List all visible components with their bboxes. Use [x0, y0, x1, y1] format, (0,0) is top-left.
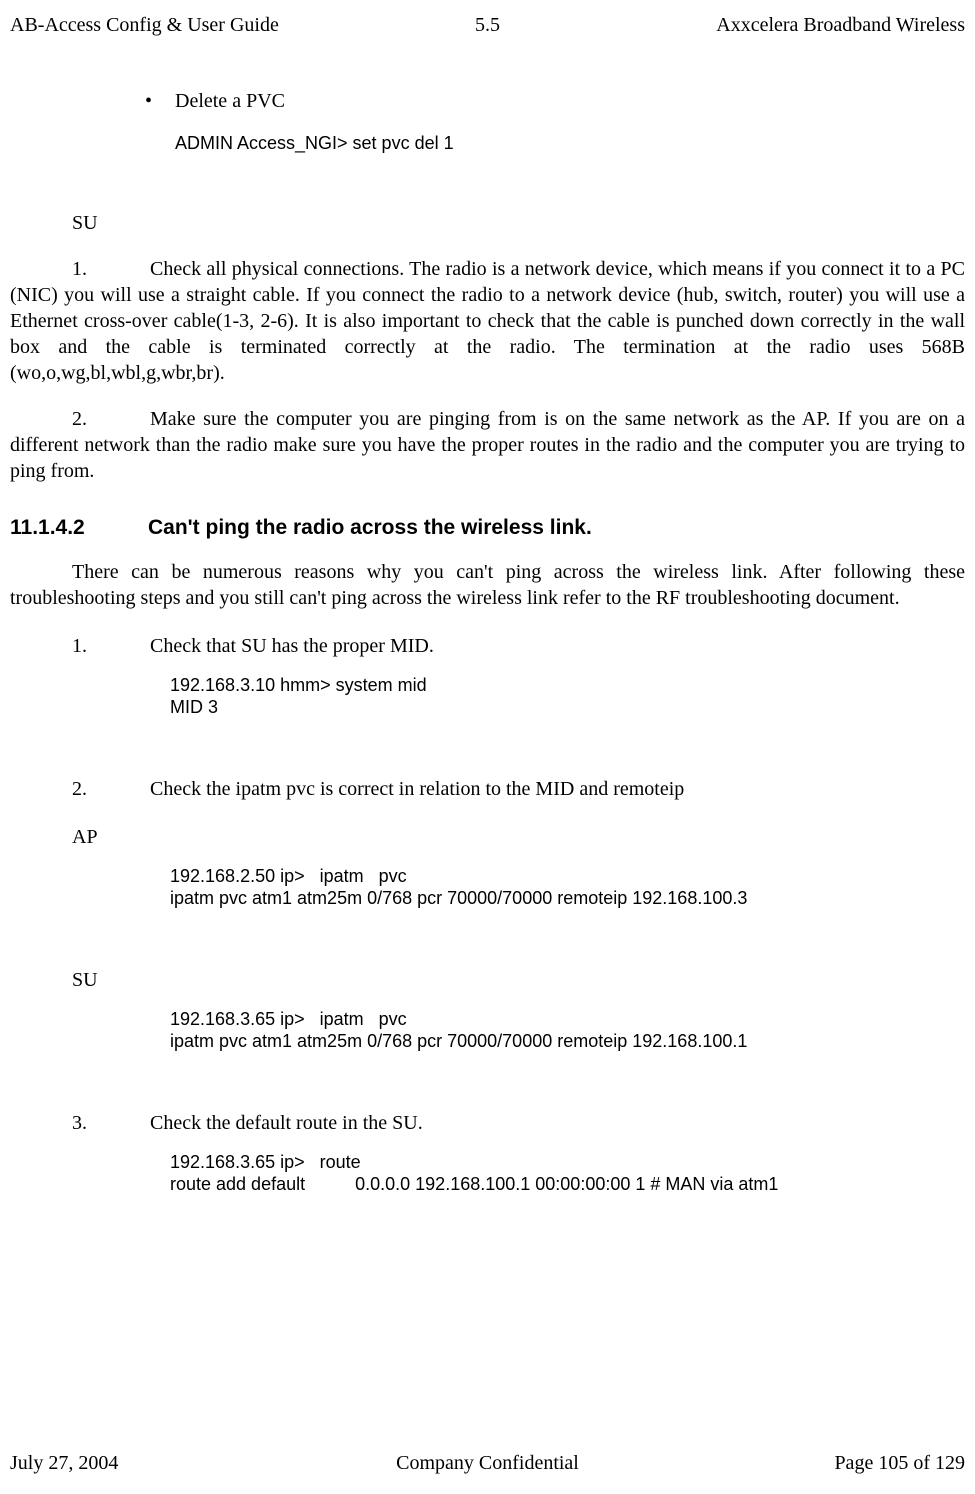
bullet-label: Delete a PVC [175, 90, 285, 112]
header-right: Axxcelera Broadband Wireless [647, 12, 965, 38]
step-3: 3.Check the default route in the SU. [72, 1110, 965, 1136]
page-content: •Delete a PVC ADMIN Access_NGI> set pvc … [0, 38, 975, 1196]
step2-text: Check the ipatm pvc is correct in relati… [150, 778, 684, 800]
code-delete-pvc: ADMIN Access_NGI> set pvc del 1 [175, 132, 965, 155]
su-heading: SU [72, 210, 965, 236]
step3-text: Check the default route in the SU. [150, 1112, 423, 1134]
ap-heading: AP [72, 824, 965, 850]
para1-text: Check all physical connections. The radi… [10, 258, 965, 384]
footer-confidential: Company Confidential [328, 1450, 646, 1476]
header-left: AB-Access Config & User Guide [10, 12, 328, 38]
para3-text: There can be numerous reasons why you ca… [10, 561, 965, 609]
code-ap: 192.168.2.50 ip> ipatm pvc ipatm pvc atm… [170, 865, 965, 910]
step-2: 2.Check the ipatm pvc is correct in rela… [72, 776, 965, 802]
num-1: 1. [72, 256, 150, 282]
para2-text: Make sure the computer you are pinging f… [10, 408, 965, 482]
footer-date: July 27, 2004 [10, 1450, 328, 1476]
step3-num: 3. [72, 1110, 150, 1136]
step1-num: 1. [72, 633, 150, 659]
step2-num: 2. [72, 776, 150, 802]
step1-text: Check that SU has the proper MID. [150, 635, 434, 657]
section-heading: 11.1.4.2Can't ping the radio across the … [10, 514, 965, 541]
header-version: 5.5 [328, 12, 646, 38]
code-step3: 192.168.3.65 ip> route route add default… [170, 1151, 965, 1196]
footer-page: Page 105 of 129 [647, 1450, 965, 1476]
code-su: 192.168.3.65 ip> ipatm pvc ipatm pvc atm… [170, 1008, 965, 1053]
para-same-network: 2.Make sure the computer you are pinging… [10, 406, 965, 484]
num-2: 2. [72, 406, 150, 432]
code-step1: 192.168.3.10 hmm> system mid MID 3 [170, 674, 965, 719]
su-heading-2: SU [72, 967, 965, 993]
bullet-delete-pvc: •Delete a PVC [145, 88, 965, 114]
para-check-connections: 1.Check all physical connections. The ra… [10, 256, 965, 386]
para-intro: There can be numerous reasons why you ca… [10, 559, 965, 611]
page-header: AB-Access Config & User Guide 5.5 Axxcel… [0, 0, 975, 38]
heading-number: 11.1.4.2 [10, 514, 148, 541]
heading-text: Can't ping the radio across the wireless… [148, 516, 592, 539]
bullet-icon: • [145, 88, 175, 114]
step-1: 1.Check that SU has the proper MID. [72, 633, 965, 659]
page-footer: July 27, 2004 Company Confidential Page … [0, 1450, 975, 1476]
